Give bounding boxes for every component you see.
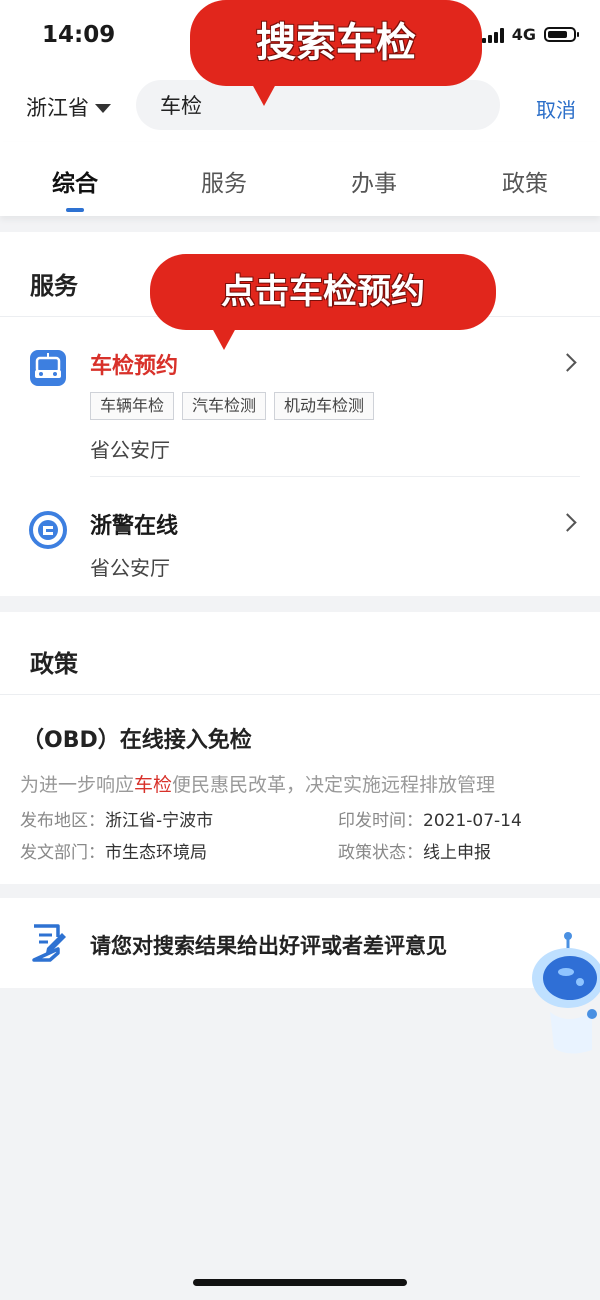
search-input[interactable]: [160, 80, 480, 130]
tag: 机动车检测: [274, 392, 375, 420]
service-org: 省公安厅: [90, 438, 170, 462]
policy-title: （OBD）在线接入免检: [22, 728, 252, 753]
assistant-robot-icon[interactable]: [528, 930, 600, 1060]
policy-department: 发文部门：市生态环境局: [20, 843, 207, 863]
annotation-click-tip: 点击车检预约: [150, 254, 496, 350]
divider: [90, 476, 580, 477]
policy-description: 为进一步响应车检便民惠民改革，决定实施远程排放管理: [20, 774, 496, 796]
tab-services[interactable]: 服务: [164, 164, 284, 198]
service-tags: 车辆年检 汽车检测 机动车检测: [90, 392, 375, 420]
tab-affairs[interactable]: 办事: [314, 164, 434, 198]
policy-region: 发布地区：浙江省-宁波市: [20, 811, 214, 831]
chevron-right-icon: [558, 513, 577, 532]
tab-bar: 综合 服务 办事 政策: [0, 142, 600, 216]
annotation-search-tip: 搜索车检: [190, 0, 482, 106]
signal-icon: [481, 27, 504, 43]
policy-status: 政策状态：线上申报: [338, 843, 491, 863]
region-selector[interactable]: 浙江省: [26, 92, 111, 122]
status-indicators: 4G: [481, 25, 579, 44]
feedback-edit-icon: [32, 924, 66, 962]
police-badge-icon: [29, 511, 67, 549]
divider: [0, 694, 600, 695]
car-icon: [30, 350, 66, 386]
region-label: 浙江省: [26, 96, 89, 120]
active-tab-indicator: [66, 208, 84, 212]
service-name: 车检预约: [90, 354, 179, 379]
chevron-right-icon: [558, 353, 577, 372]
status-time: 14:09: [42, 22, 116, 48]
caret-down-icon: [95, 103, 111, 113]
tab-comprehensive[interactable]: 综合: [15, 164, 135, 198]
section-title-services: 服务: [30, 272, 78, 300]
tag: 车辆年检: [90, 392, 175, 420]
search-keyword-highlight: 车检: [134, 774, 173, 796]
feedback-bar[interactable]: 请您对搜索结果给出好评或者差评意见: [0, 898, 600, 988]
network-label: 4G: [511, 25, 536, 44]
home-indicator: [193, 1279, 407, 1286]
search-box[interactable]: [136, 80, 500, 130]
battery-icon: [544, 27, 579, 42]
cancel-button[interactable]: 取消: [536, 94, 576, 123]
policy-section: 政策 （OBD）在线接入免检 为进一步响应车检便民惠民改革，决定实施远程排放管理…: [0, 612, 600, 884]
tab-policy[interactable]: 政策: [465, 164, 585, 198]
service-org: 省公安厅: [90, 556, 170, 580]
section-title-policy: 政策: [30, 650, 78, 678]
service-name: 浙警在线: [90, 514, 179, 539]
feedback-text: 请您对搜索结果给出好评或者差评意见: [90, 934, 447, 958]
policy-date: 印发时间：2021-07-14: [338, 811, 522, 831]
tag: 汽车检测: [182, 392, 267, 420]
